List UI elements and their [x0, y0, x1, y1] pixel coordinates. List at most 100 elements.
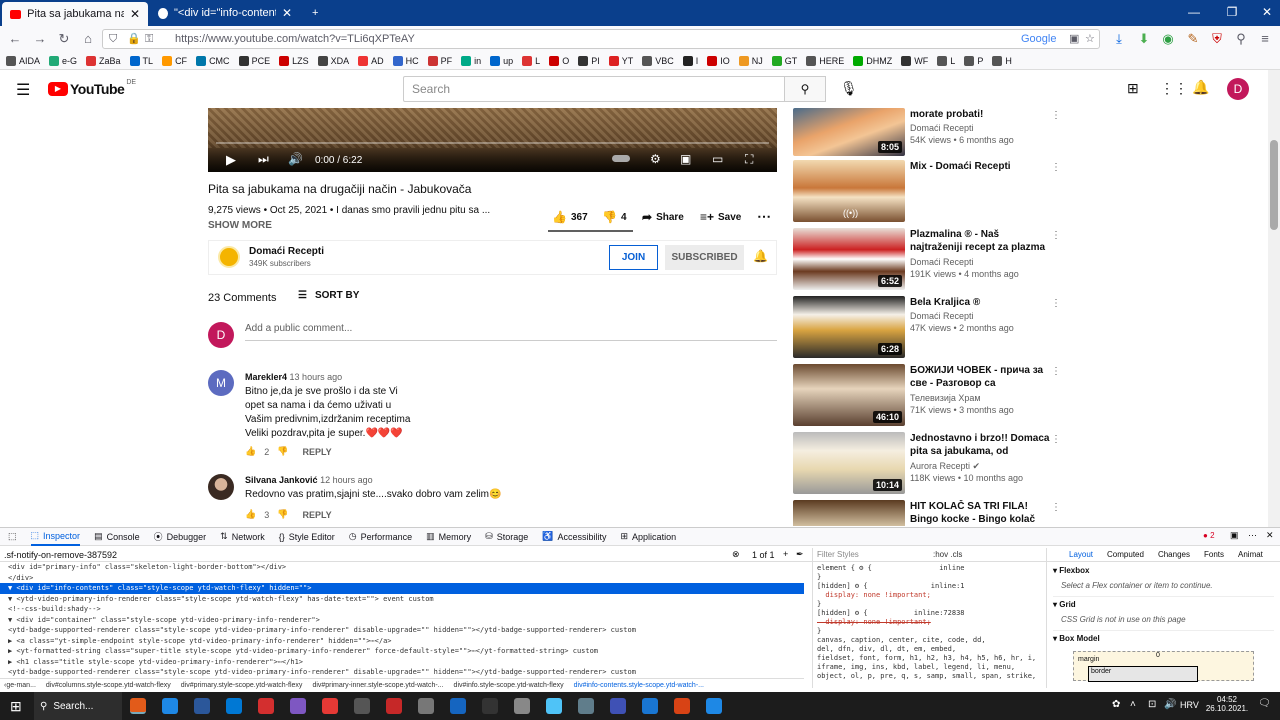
app-icon[interactable]: [450, 698, 466, 714]
layout-tab-animat[interactable]: Animat: [1238, 550, 1263, 559]
sort-by-button[interactable]: ☰ SORT BY: [298, 290, 359, 301]
devtools-tab-debugger[interactable]: ⦿ Debugger: [154, 530, 207, 543]
bookmark-item[interactable]: in: [461, 55, 481, 66]
tray-icon[interactable]: ✿: [1112, 699, 1120, 710]
bookmark-item[interactable]: NJ: [738, 55, 763, 66]
extension-icon[interactable]: ⬇: [1133, 31, 1155, 47]
video-title[interactable]: Mix - Domaći Recepti: [910, 160, 1050, 173]
app-icon[interactable]: [482, 698, 498, 714]
channel-name[interactable]: Domaći Recepti: [910, 122, 1050, 134]
bookmark-item[interactable]: L: [937, 55, 955, 66]
more-actions-icon[interactable]: ⋮: [1051, 434, 1061, 445]
microphone-icon[interactable]: 🎙: [840, 80, 858, 97]
app-icon[interactable]: [578, 698, 594, 714]
edge-icon[interactable]: [162, 698, 178, 714]
app-icon[interactable]: [354, 698, 370, 714]
channel-name[interactable]: Domaći Recepti: [249, 246, 324, 257]
join-button[interactable]: JOIN: [609, 245, 658, 270]
more-actions-icon[interactable]: ⋮: [1051, 230, 1061, 241]
channel-name[interactable]: Domaći Recepti: [910, 310, 1050, 322]
video-thumbnail[interactable]: [793, 500, 905, 526]
channel-avatar[interactable]: [218, 246, 240, 268]
commenter-avatar[interactable]: [208, 474, 234, 500]
reply-button[interactable]: REPLY: [302, 447, 331, 457]
video-title[interactable]: Jednostavno i brzo!! Domaca pita sa jabu…: [910, 432, 1050, 459]
comment-author[interactable]: Marekler4 13 hours ago: [245, 372, 342, 382]
create-video-icon[interactable]: ⊞: [1127, 80, 1139, 97]
tab-youtube[interactable]: Pita sa jabukama na drugačiji n ✕: [2, 2, 148, 26]
bookmark-item[interactable]: IO: [707, 55, 730, 66]
more-actions-icon[interactable]: ⋮: [1051, 366, 1061, 377]
search-button[interactable]: ⚲: [784, 76, 826, 102]
layout-tab-computed[interactable]: Computed: [1107, 550, 1144, 559]
bookmark-item[interactable]: PI: [578, 55, 600, 66]
flexbox-header[interactable]: ▾ Flexbox: [1053, 566, 1274, 575]
search-input[interactable]: Search: [403, 76, 785, 102]
devtools-menu-icon[interactable]: ⋯: [1248, 530, 1257, 541]
markup-node[interactable]: ▶ <yt-formatted-string class="super-titl…: [0, 646, 804, 657]
extensions-menu-icon[interactable]: ⚲: [1230, 31, 1252, 47]
thumbs-up-icon[interactable]: 👍: [245, 509, 256, 520]
add-node-icon[interactable]: +: [783, 549, 788, 559]
related-video-card[interactable]: ((•)) Mix - Domaći Recepti ⋮: [793, 160, 1263, 222]
filter-styles-input[interactable]: Filter Styles: [817, 550, 859, 559]
devtools-tab-network[interactable]: ⇅ Network: [220, 531, 265, 542]
bookmark-item[interactable]: LZS: [279, 55, 309, 66]
app-icon[interactable]: [674, 698, 690, 714]
close-tab-icon[interactable]: ✕: [130, 7, 140, 21]
grid-header[interactable]: ▾ Grid: [1053, 596, 1274, 609]
devtools-tab-storage[interactable]: ⛁ Storage: [485, 531, 528, 542]
windows-start-icon[interactable]: ⊞: [10, 698, 22, 715]
app-icon[interactable]: [706, 698, 722, 714]
add-comment-input[interactable]: Add a public comment...: [245, 323, 777, 341]
video-thumbnail[interactable]: 10:14: [793, 432, 905, 494]
clear-search-icon[interactable]: ⊗: [732, 549, 740, 560]
video-player[interactable]: ▶ ⏭ 🔊 0:00 / 6:22 ⚙ ▣ ▭ ⛶: [208, 108, 777, 172]
breadcrumb-item[interactable]: div#columns.style-scope.ytd-watch-flexy: [46, 682, 171, 689]
bookmark-item[interactable]: GT: [771, 55, 797, 66]
clock[interactable]: 04:52 26.10.2021.: [1205, 695, 1249, 713]
pseudo-class-toggle[interactable]: :hov .cls: [933, 550, 962, 559]
new-tab-button[interactable]: +: [304, 0, 324, 26]
close-tab-icon[interactable]: ✕: [282, 6, 292, 20]
mail-icon[interactable]: [194, 698, 210, 714]
margin-value[interactable]: 0: [1156, 652, 1160, 659]
google-search-engine[interactable]: Google: [1021, 30, 1056, 48]
related-video-card[interactable]: 8:05 morate probati! Domaći Recepti 54K vie…: [793, 108, 1263, 156]
devtools-tab-style-editor[interactable]: {} Style Editor: [279, 532, 335, 542]
autoplay-toggle[interactable]: [612, 155, 630, 162]
bookmark-item[interactable]: HC: [392, 55, 419, 66]
pick-element-icon[interactable]: ⬚: [8, 531, 17, 542]
bookmark-item[interactable]: VBC: [642, 55, 674, 66]
video-title[interactable]: Bela Kraljica ®: [910, 296, 1050, 309]
devtools-tab-inspector[interactable]: ⬚ Inspector: [30, 528, 81, 546]
more-actions-icon[interactable]: ⋮: [1051, 110, 1061, 121]
bookmark-item[interactable]: up: [490, 55, 513, 66]
minimize-button[interactable]: —: [1177, 0, 1211, 26]
markup-node[interactable]: <ytd-badge-supported-renderer class="sty…: [0, 667, 804, 678]
related-video-card[interactable]: 46:10 БОЖИЈИ ЧОВЕК - прича за све - Разго…: [793, 364, 1263, 426]
tab-google-search[interactable]: "<div id="info-contents" class ✕: [150, 0, 300, 26]
more-actions-icon[interactable]: ⋯: [757, 208, 771, 225]
page-scrollbar[interactable]: [1268, 70, 1280, 528]
video-thumbnail[interactable]: 8:05: [793, 108, 905, 156]
selected-node[interactable]: ▼ <div id="info-contents" class="style-s…: [0, 583, 804, 594]
volume-icon[interactable]: 🔊: [1164, 699, 1176, 710]
chrome-icon[interactable]: [258, 698, 274, 714]
video-title[interactable]: БОЖИЈИ ЧОВЕК - прича за све - Разговор с…: [910, 364, 1050, 391]
progress-bar[interactable]: [216, 142, 769, 144]
channel-name[interactable]: Aurora Recepti ✔: [910, 460, 1050, 472]
markup-node[interactable]: ▼ <ytd-video-primary-info-renderer class…: [0, 594, 804, 605]
video-title[interactable]: morate probati!: [910, 108, 1050, 121]
video-title[interactable]: HIT KOLAČ SA TRI FILA! Bingo kocke - Bin…: [910, 500, 1050, 526]
markup-node[interactable]: <ytd-badge-supported-renderer class="sty…: [0, 625, 804, 636]
app-icon[interactable]: [418, 698, 434, 714]
app-icon[interactable]: [514, 698, 530, 714]
channel-name[interactable]: Domaći Recepti: [910, 256, 1050, 268]
video-thumbnail[interactable]: 46:10: [793, 364, 905, 426]
app-icon[interactable]: [226, 698, 242, 714]
apps-grid-icon[interactable]: ⋮⋮: [1160, 80, 1188, 97]
reader-view-icon[interactable]: ▣: [1069, 30, 1079, 48]
related-video-card[interactable]: 10:14 Jednostavno i brzo!! Domaca pita sa…: [793, 432, 1263, 494]
related-video-card[interactable]: HIT KOLAČ SA TRI FILA! Bingo kocke - Bin…: [793, 500, 1263, 526]
